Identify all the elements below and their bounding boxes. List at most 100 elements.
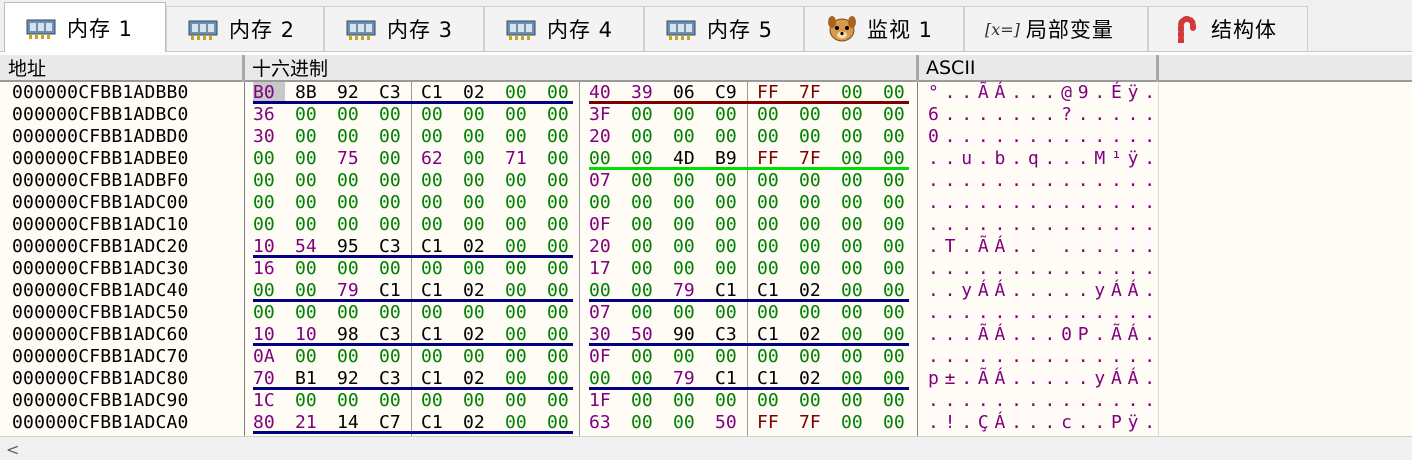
column-resize-handle[interactable] [242, 55, 245, 82]
hex-byte[interactable]: 00 [379, 170, 411, 192]
hex-byte[interactable]: 00 [295, 346, 327, 368]
hex-byte[interactable]: 00 [631, 192, 663, 214]
hex-byte[interactable]: 00 [757, 170, 789, 192]
hex-byte[interactable]: 00 [337, 390, 369, 412]
hex-byte[interactable]: 00 [631, 104, 663, 126]
hex-byte[interactable]: 00 [547, 390, 579, 412]
hex-byte[interactable]: 00 [421, 214, 453, 236]
hex-byte[interactable]: 00 [799, 192, 831, 214]
hex-byte[interactable]: 00 [715, 104, 747, 126]
hex-byte[interactable]: 0A [253, 346, 285, 368]
column-header-address[interactable]: 地址 [0, 55, 244, 82]
tab-memory-3[interactable]: 内存 3 [324, 6, 484, 51]
hex-byte[interactable]: 00 [799, 390, 831, 412]
hex-byte[interactable]: 00 [505, 346, 537, 368]
hex-byte[interactable]: 00 [295, 148, 327, 170]
hex-byte[interactable]: 00 [673, 258, 705, 280]
hex-byte[interactable]: 00 [421, 104, 453, 126]
hex-byte[interactable]: 00 [505, 302, 537, 324]
hex-byte[interactable]: 16 [253, 258, 285, 280]
hex-byte[interactable]: 00 [715, 258, 747, 280]
hex-byte[interactable]: 00 [673, 170, 705, 192]
hex-byte[interactable]: 00 [337, 104, 369, 126]
hex-byte[interactable]: 00 [421, 302, 453, 324]
hex-byte[interactable]: 00 [841, 346, 873, 368]
hex-byte[interactable]: 00 [757, 302, 789, 324]
hex-byte[interactable]: 00 [631, 412, 663, 434]
hex-byte[interactable]: 00 [505, 170, 537, 192]
hex-byte[interactable]: 00 [757, 104, 789, 126]
hex-byte[interactable]: 00 [505, 126, 537, 148]
hex-byte[interactable]: 00 [673, 192, 705, 214]
hex-byte[interactable]: 00 [295, 192, 327, 214]
hex-byte[interactable]: 00 [505, 390, 537, 412]
column-header-ascii[interactable]: ASCII [918, 55, 1158, 82]
hex-byte[interactable]: 00 [673, 126, 705, 148]
hex-byte[interactable]: 00 [841, 258, 873, 280]
hex-byte[interactable]: 62 [421, 148, 453, 170]
hex-byte[interactable]: 00 [295, 390, 327, 412]
hex-byte[interactable]: 00 [421, 170, 453, 192]
hex-byte[interactable]: 00 [673, 214, 705, 236]
hex-byte[interactable]: 00 [757, 192, 789, 214]
hex-byte[interactable]: 00 [799, 258, 831, 280]
hex-byte[interactable]: 00 [715, 302, 747, 324]
hex-byte[interactable]: 00 [631, 302, 663, 324]
hex-byte[interactable]: 00 [841, 390, 873, 412]
hex-byte[interactable]: 00 [421, 126, 453, 148]
hex-byte[interactable]: 00 [295, 214, 327, 236]
hex-byte[interactable]: 00 [841, 104, 873, 126]
hex-byte[interactable]: 50 [715, 412, 747, 434]
hex-byte[interactable]: 00 [379, 258, 411, 280]
tab-memory-1[interactable]: 内存 1 [4, 2, 166, 52]
hex-byte[interactable]: 00 [883, 302, 915, 324]
hex-byte[interactable]: 00 [379, 390, 411, 412]
hex-byte[interactable]: 00 [673, 346, 705, 368]
hex-byte[interactable]: 00 [253, 148, 285, 170]
hex-byte[interactable]: 00 [883, 236, 915, 258]
hex-byte[interactable]: 00 [631, 126, 663, 148]
hex-byte[interactable]: 00 [379, 104, 411, 126]
hex-byte[interactable]: 00 [757, 390, 789, 412]
hex-byte[interactable]: 00 [295, 104, 327, 126]
hex-byte[interactable]: 00 [337, 214, 369, 236]
hex-byte[interactable]: 00 [547, 126, 579, 148]
hex-byte[interactable]: 00 [841, 126, 873, 148]
hex-byte[interactable]: 00 [631, 214, 663, 236]
hex-byte[interactable]: 00 [673, 302, 705, 324]
hex-byte[interactable]: 00 [463, 192, 495, 214]
hex-byte[interactable]: 00 [505, 104, 537, 126]
hex-byte[interactable]: 00 [337, 170, 369, 192]
hex-byte[interactable]: 00 [757, 258, 789, 280]
tab-struct[interactable]: 结构体 [1148, 6, 1308, 51]
hex-byte[interactable]: 00 [883, 412, 915, 434]
hex-byte[interactable]: 00 [547, 214, 579, 236]
hex-byte[interactable]: 00 [505, 192, 537, 214]
hex-byte[interactable]: 00 [337, 346, 369, 368]
hex-byte[interactable]: FF [757, 412, 789, 434]
hex-byte[interactable]: 00 [799, 126, 831, 148]
hex-byte[interactable]: 1F [589, 390, 621, 412]
hex-byte[interactable]: 00 [337, 258, 369, 280]
hex-byte[interactable]: 00 [505, 214, 537, 236]
hex-byte[interactable]: 00 [547, 104, 579, 126]
hex-byte[interactable]: 00 [337, 302, 369, 324]
hex-byte[interactable]: 3F [589, 104, 621, 126]
hex-byte[interactable]: 00 [631, 236, 663, 258]
hex-byte[interactable]: 00 [715, 346, 747, 368]
hex-byte[interactable]: 00 [883, 258, 915, 280]
hex-byte[interactable]: 00 [379, 192, 411, 214]
hex-byte[interactable]: 00 [463, 214, 495, 236]
hex-byte[interactable]: 00 [547, 346, 579, 368]
hex-byte[interactable]: 00 [715, 236, 747, 258]
hex-byte[interactable]: 00 [715, 126, 747, 148]
column-header-hex[interactable]: 十六进制 [244, 55, 918, 82]
hex-byte[interactable]: 00 [715, 192, 747, 214]
tab-locals[interactable]: [x=] 局部变量 [964, 6, 1148, 51]
hex-byte[interactable]: 00 [547, 258, 579, 280]
column-resize-handle[interactable] [1156, 55, 1159, 82]
hex-byte[interactable]: 07 [589, 302, 621, 324]
hex-byte[interactable]: 00 [463, 104, 495, 126]
tab-memory-2[interactable]: 内存 2 [166, 6, 324, 51]
hex-byte[interactable]: 00 [799, 170, 831, 192]
